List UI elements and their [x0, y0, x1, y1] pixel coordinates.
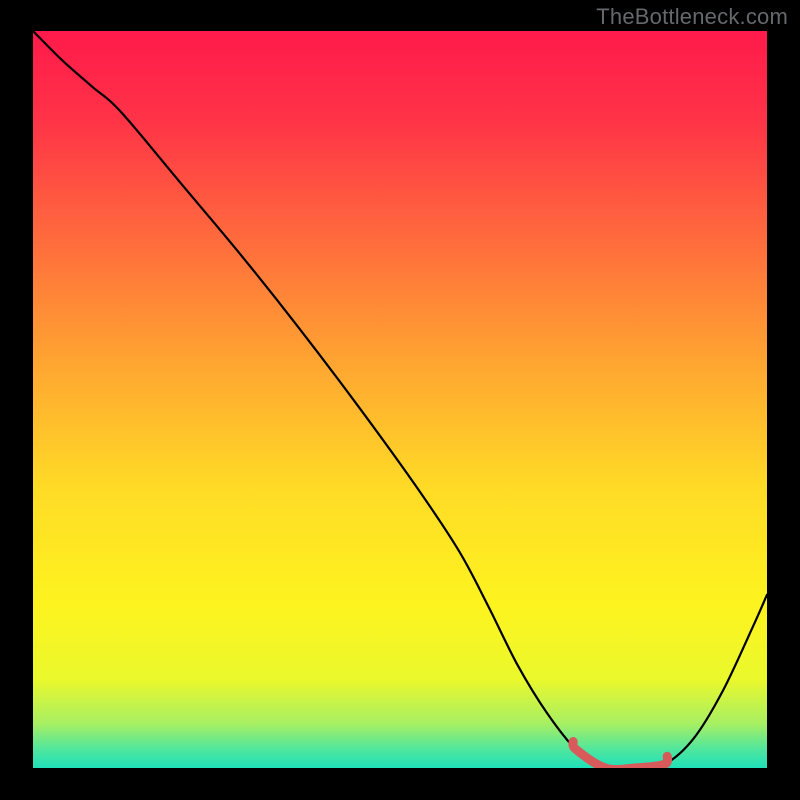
bottleneck-chart — [33, 31, 767, 768]
watermark-text: TheBottleneck.com — [596, 4, 788, 30]
chart-frame: TheBottleneck.com — [0, 0, 800, 800]
gradient-background — [33, 31, 767, 768]
